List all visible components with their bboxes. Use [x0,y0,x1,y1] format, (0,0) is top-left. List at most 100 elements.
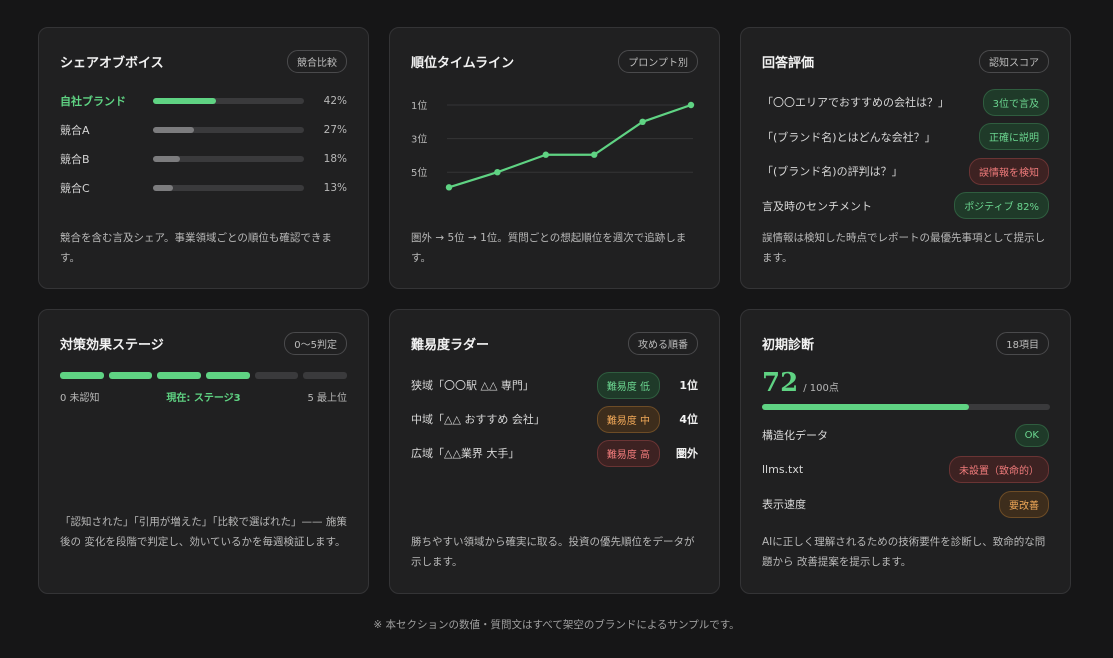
keyword-scope: 広域「△△業界 大手」 [411,447,520,460]
sov-percent: 42% [323,94,347,107]
card-badge: 18項目 [996,331,1049,355]
card-description: 誤情報は検知した時点でレポートの最優先事項として提示します。 [762,232,1046,264]
answer-list: 「〇〇エリアでおすすめの会社は？」 3位で言及 「(ブランド名)とはどんな会社？… [762,85,1049,223]
stage-segment [60,372,104,379]
sov-name: 競合A [60,123,90,137]
card-description: AIに正しく理解されるための技術要件を診断し、致命的な問題から 改善提案を提示し… [762,536,1046,568]
status-badge: 3位で言及 [982,88,1049,116]
diagnosis-list: 構造化データ OK llms.txt 未設置（致命的） 表示速度 要改善 [762,418,1049,522]
card-badge: 攻める順番 [628,331,698,355]
card-title: 順位タイムライン [411,55,515,71]
card-title: 難易度ラダー [411,337,490,353]
ladder-row: 広域「△△業界 大手」 難易度 高 圏外 [411,436,698,470]
stage-segment [303,372,348,379]
sov-bar-track [153,184,304,191]
check-item: 表示速度 [762,498,806,512]
status-badge: ポジティブ 82% [954,192,1049,220]
rank-line-chart: 1位 3位 5位 [411,99,695,191]
ladder-row: 中域「△△ おすすめ 会社」 難易度 中 4位 [411,402,698,436]
answer-row: 「(ブランド名)とはどんな会社？」 正確に説明 [762,120,1049,155]
sov-name: 競合B [60,152,90,166]
score-bar-track [762,404,1050,410]
sov-bar-fill [153,126,194,133]
sov-name: 自社ブランド [60,94,126,108]
difficulty-badge: 難易度 低 [596,371,660,399]
sov-row: 競合B 18% [60,144,347,173]
card-description: 「認知された」「引用が増えた」「比較で選ばれた」—— 施策後の 変化を段階で判定… [60,516,347,548]
sov-percent: 27% [323,123,347,136]
effect-stage-card: 対策効果ステージ 0〜5判定 0 未認知 現在: ステージ3 5 最上位 「認知… [38,309,369,594]
score-display: 72 / 100点 [762,368,1049,398]
diagnosis-row: 構造化データ OK [762,418,1049,453]
status-badge: 正確に説明 [979,123,1049,151]
answer-evaluation-card: 回答評価 認知スコア 「〇〇エリアでおすすめの会社は？」 3位で言及 「(ブラン… [740,27,1071,289]
question-text: 「(ブランド名)とはどんな会社？」 [762,130,936,144]
y-tick-label: 1位 [411,99,427,112]
card-badge: 0〜5判定 [284,331,347,355]
card-title: シェアオブボイス [60,55,164,71]
rank-value: 1位 [679,379,698,392]
stage-segment [206,372,250,379]
sov-percent: 18% [323,152,347,165]
ladder-row: 狭域「〇〇駅 △△ 専門」 難易度 低 1位 [411,368,698,402]
stage-meter [60,372,348,379]
rank-value: 圏外 [676,447,698,460]
score-bar-fill [762,404,970,410]
status-badge: 誤情報を検知 [969,157,1049,185]
stage-end-label: 5 最上位 [307,393,347,404]
card-badge: 競合比較 [287,49,347,73]
stage-segment [157,372,202,379]
answer-row: 言及時のセンチメント ポジティブ 82% [762,189,1049,224]
sov-list: 自社ブランド 42% 競合A 27% 競合B 18% 競合C 13% [60,86,347,202]
status-badge: 要改善 [999,490,1049,518]
sov-bar-track [153,155,304,162]
rank-value: 4位 [679,413,698,426]
question-text: 「〇〇エリアでおすすめの会社は？」 [762,96,949,110]
data-point [445,184,453,191]
card-badge: プロンプト別 [618,49,698,73]
sov-name: 競合C [60,181,90,195]
data-point [591,151,598,158]
question-text: 「(ブランド名)の評判は？」 [762,165,903,179]
sov-row: 自社ブランド 42% [60,86,347,115]
answer-row: 「〇〇エリアでおすすめの会社は？」 3位で言及 [762,85,1049,120]
keyword-scope: 中域「△△ おすすめ 会社」 [411,413,545,426]
sample-disclaimer: ※ 本セクションの数値・質問文はすべて架空のブランドによるサンプルです。 [373,619,740,631]
card-description: 圏外 → 5位 → 1位。質問ごとの想起順位を週次で追跡します。 [411,232,687,264]
y-tick-label: 3位 [411,133,427,146]
sov-bar-fill [153,184,173,191]
difficulty-badge: 難易度 高 [596,439,660,467]
card-badge: 認知スコア [979,49,1049,73]
stage-current-label: 現在: ステージ3 [166,393,241,404]
sov-bar-fill [153,97,217,104]
card-title: 回答評価 [762,55,815,71]
y-tick-label: 5位 [411,166,427,179]
check-item: llms.txt [762,463,804,477]
data-point [687,101,695,109]
difficulty-ladder-card: 難易度ラダー 攻める順番 狭域「〇〇駅 △△ 専門」 難易度 低 1位 中域「△… [389,309,720,594]
status-badge: 未設置（致命的） [949,456,1049,484]
data-point [494,169,501,176]
score-unit: / 100点 [803,383,839,394]
score-value: 72 [762,368,799,398]
sov-bar-track [153,126,304,133]
diagnosis-row: llms.txt 未設置（致命的） [762,453,1049,488]
data-point [639,118,646,125]
sov-row: 競合C 13% [60,173,347,202]
card-description: 勝ちやすい領域から確実に取る。投資の優先順位をデータが示します。 [411,536,695,568]
series-line [448,103,692,189]
sov-row: 競合A 27% [60,115,347,144]
diagnosis-row: 表示速度 要改善 [762,487,1049,522]
answer-row: 「(ブランド名)の評判は？」 誤情報を検知 [762,154,1049,189]
question-text: 言及時のセンチメント [762,199,872,213]
initial-diagnosis-card: 初期診断 18項目 72 / 100点 構造化データ OK llms.txt 未… [740,309,1071,594]
rank-timeline-card: 順位タイムライン プロンプト別 1位 3位 5位 圏外 → 5位 → 1位。質問ごと… [389,27,720,289]
stage-segment [108,372,153,379]
stage-labels: 0 未認知 現在: ステージ3 5 最上位 [60,389,347,404]
stage-start-label: 0 未認知 [60,393,100,404]
check-item: 構造化データ [762,429,828,443]
status-badge: OK [1014,423,1049,447]
share-of-voice-card: シェアオブボイス 競合比較 自社ブランド 42% 競合A 27% 競合B 18%… [38,27,369,289]
sov-percent: 13% [323,181,347,194]
sov-bar-fill [153,155,181,162]
